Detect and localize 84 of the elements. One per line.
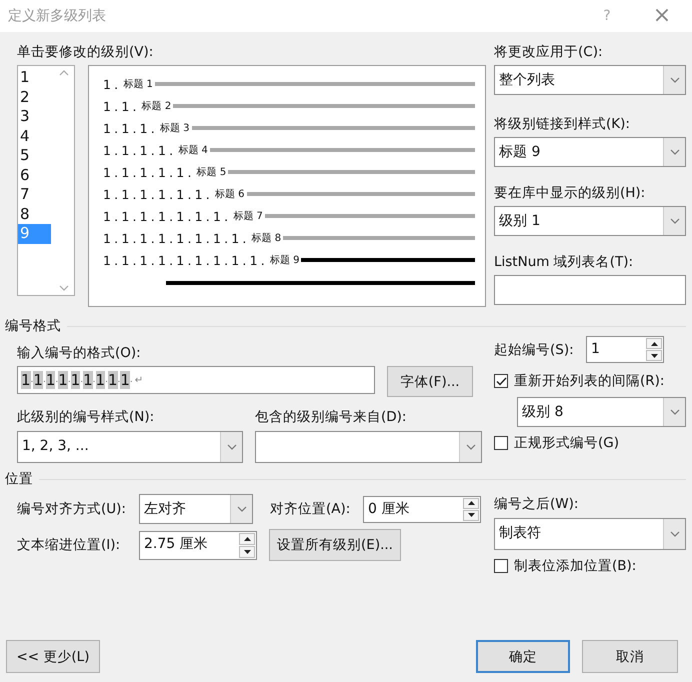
- style-name: 标题 6: [214, 188, 245, 201]
- spin-up-icon: [650, 342, 658, 346]
- field-label: 编号之后(W):: [494, 495, 578, 514]
- checkbox[interactable]: [494, 559, 508, 573]
- spin-up-icon: [244, 536, 250, 540]
- style-name: 标题 2: [142, 100, 172, 113]
- level-item[interactable]: 3: [18, 107, 51, 126]
- chevron-down-icon: [670, 218, 680, 224]
- field-label: 输入编号的格式(O):: [17, 344, 141, 363]
- close-button[interactable]: ×: [652, 5, 672, 27]
- level-item[interactable]: 7: [18, 185, 51, 204]
- spin-down-icon: [468, 513, 474, 517]
- section-heading: 编号格式: [5, 317, 61, 336]
- checkbox[interactable]: [494, 374, 508, 388]
- font-button[interactable]: 字体(F)...: [387, 366, 473, 397]
- field-label: 对齐位置(A):: [270, 500, 352, 519]
- window-title: 定义新多级列表: [8, 7, 107, 25]
- follow-number-dropdown[interactable]: 制表符: [494, 518, 686, 550]
- style-name: 标题 7: [233, 210, 263, 223]
- set-all-levels-button[interactable]: 设置所有级别(E)...: [269, 529, 401, 561]
- level-item[interactable]: 8: [18, 204, 51, 224]
- checkbox-label: 重新开始列表的间隔(R):: [514, 372, 664, 391]
- checkbox-label: 正规形式编号(G): [514, 434, 619, 453]
- field-label: ListNum 域列表名(T):: [494, 253, 634, 272]
- style-dropdown[interactable]: 标题 9: [494, 137, 686, 167]
- list-number: 1.1.1.1.1.1.1.: [103, 208, 232, 224]
- list-number: 1.1.1.1.1.1.1.1.1.: [103, 252, 268, 268]
- style-name: 标题 3: [160, 122, 190, 135]
- list-number: 1.: [103, 76, 122, 92]
- style-name: 标题 4: [178, 144, 208, 157]
- level-item[interactable]: 5: [18, 146, 51, 166]
- level-dropdown[interactable]: 级别 1: [494, 206, 686, 236]
- level-list[interactable]: 1 2 3 4 5 6 7 8 9: [17, 65, 75, 296]
- cancel-button[interactable]: 取消: [582, 640, 678, 673]
- style-name: 标题 5: [196, 166, 226, 179]
- checkbox[interactable]: [494, 436, 508, 450]
- chevron-down-icon: [670, 409, 680, 415]
- style-name: 标题 8: [252, 232, 282, 245]
- field-label: 包含的级别编号来自(D):: [255, 408, 406, 427]
- apply-to-dropdown[interactable]: 整个列表: [494, 65, 686, 95]
- chevron-up-icon: [59, 70, 69, 76]
- spin-down-icon: [244, 550, 250, 554]
- spin-down-icon: [650, 354, 658, 358]
- less-button[interactable]: << 更少(L): [6, 640, 100, 673]
- level-item[interactable]: 1: [18, 68, 51, 88]
- field-label: 文本缩进位置(I):: [17, 536, 122, 555]
- alignment-dropdown[interactable]: 左对齐: [139, 494, 253, 524]
- include-level-dropdown[interactable]: [255, 431, 482, 463]
- chevron-down-icon: [226, 444, 236, 450]
- level-item[interactable]: 4: [18, 126, 51, 146]
- number-style-dropdown[interactable]: 1, 2, 3, ...: [17, 431, 243, 463]
- aligned-at-spinner[interactable]: 0 厘米: [363, 496, 481, 522]
- list-number: 1.1.: [103, 98, 140, 114]
- list-number: 1.1.1.1.1.: [103, 164, 195, 180]
- start-number-spinner[interactable]: 1: [586, 336, 664, 363]
- input-field[interactable]: [494, 275, 686, 305]
- chevron-down-icon: [236, 506, 246, 512]
- field-label: 将更改应用于(C):: [494, 43, 603, 62]
- spin-up-icon: [468, 501, 474, 505]
- level-item[interactable]: 6: [18, 166, 51, 185]
- list-number: 1.1.1.1.: [103, 142, 176, 158]
- list-number: 1.1.1.1.1.1.1.1.: [103, 230, 250, 246]
- chevron-down-icon: [670, 149, 680, 155]
- checkbox-label: 制表位添加位置(B):: [514, 557, 636, 576]
- chevron-down-icon: [670, 531, 680, 537]
- number-format-field[interactable]: 1.1.1.1.1.1.1.1.1. ↵: [17, 366, 375, 394]
- field-label: 将级别链接到样式(K):: [494, 115, 630, 134]
- ok-button[interactable]: 确定: [476, 640, 570, 673]
- indent-spinner[interactable]: 2.75 厘米: [139, 530, 257, 560]
- field-label: 编号对齐方式(U):: [17, 500, 127, 519]
- chevron-down-icon: [670, 77, 680, 83]
- list-number: 1.1.1.1.1.1.: [103, 186, 213, 202]
- list-number: 1.1.1.: [103, 120, 158, 136]
- chevron-down-icon: [59, 285, 69, 291]
- field-label: 起始编号(S):: [494, 340, 575, 360]
- chevron-down-icon: [466, 444, 476, 450]
- style-name: 标题 1: [123, 78, 153, 91]
- style-name: 标题 9: [270, 254, 300, 267]
- section-heading: 位置: [5, 470, 33, 489]
- field-label: 要在库中显示的级别(H):: [494, 184, 646, 203]
- field-label: 单击要修改的级别(V):: [17, 43, 154, 62]
- field-label: 此级别的编号样式(N):: [17, 408, 154, 427]
- level-item[interactable]: 2: [18, 88, 51, 107]
- restart-level-dropdown[interactable]: 级别 8: [517, 397, 686, 427]
